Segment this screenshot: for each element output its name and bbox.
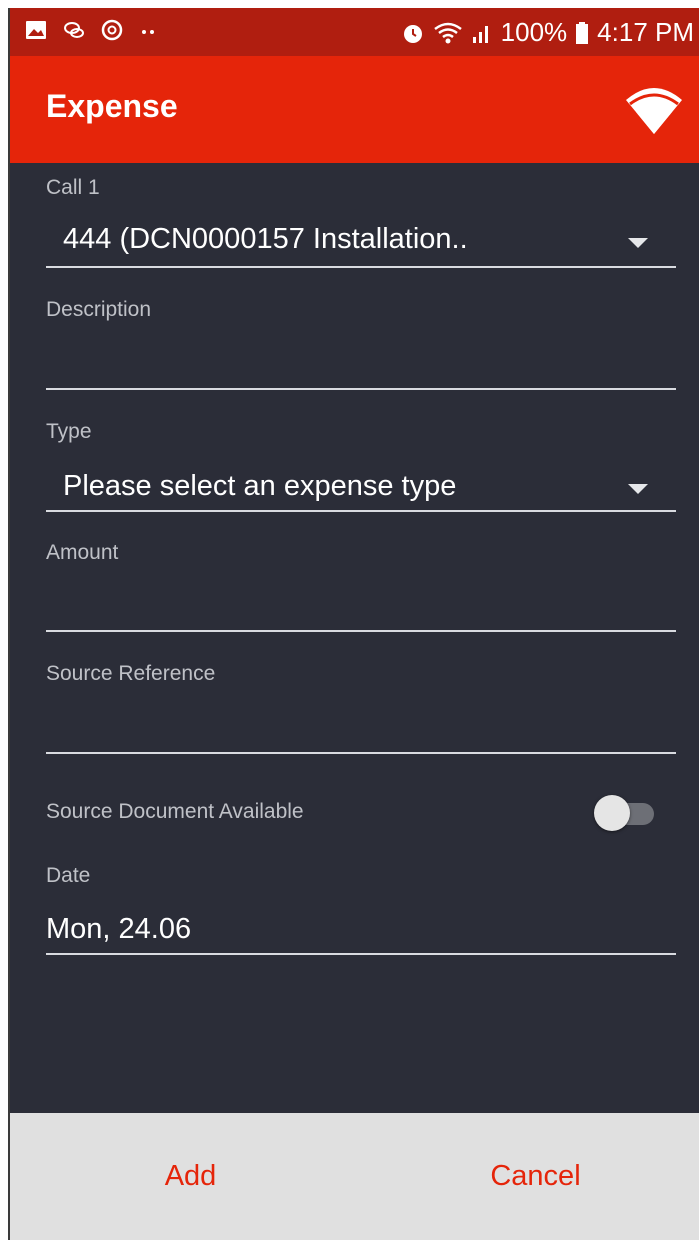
expense-screen: 100% 4:17 PM Expense Call 1 444 (DCN0000…	[8, 8, 699, 1240]
wifi-connection-icon[interactable]	[624, 84, 684, 136]
amount-input[interactable]	[46, 586, 676, 626]
amount-underline	[46, 630, 676, 632]
source-document-label: Source Document Available	[46, 800, 304, 823]
chat-icon	[64, 22, 84, 38]
call-underline	[46, 266, 676, 268]
source-reference-input[interactable]	[46, 708, 676, 748]
add-button[interactable]: Add	[18, 1113, 363, 1240]
date-value[interactable]: Mon, 24.06	[46, 913, 676, 946]
battery-percent: 100%	[500, 17, 568, 47]
wifi-status-icon	[433, 22, 462, 43]
source-reference-underline	[46, 752, 676, 754]
source-reference-label: Source Reference	[46, 662, 216, 685]
app-bar: Expense	[10, 56, 699, 163]
description-input[interactable]	[46, 343, 676, 383]
more-dots-icon	[142, 30, 154, 34]
type-dropdown-icon[interactable]	[628, 484, 648, 494]
cancel-button[interactable]: Cancel	[363, 1113, 699, 1240]
sync-icon	[101, 19, 123, 41]
status-time: 4:17 PM	[597, 17, 694, 47]
amount-label: Amount	[46, 541, 119, 564]
call-dropdown-icon[interactable]	[628, 238, 648, 248]
type-underline	[46, 510, 676, 512]
date-label: Date	[46, 864, 91, 887]
description-label: Description	[46, 298, 152, 321]
bottom-action-bar: Add Cancel	[10, 1113, 699, 1240]
status-right-icons: 100% 4:17 PM	[401, 17, 694, 48]
call-label: Call 1	[46, 176, 100, 199]
gallery-icon	[26, 21, 46, 39]
source-document-toggle[interactable]	[594, 795, 658, 831]
type-select-value[interactable]: Please select an expense type	[63, 470, 693, 503]
signal-icon	[472, 25, 488, 43]
status-left-icons	[24, 18, 162, 42]
type-label: Type	[46, 420, 92, 443]
date-underline	[46, 953, 676, 955]
alarm-icon	[403, 24, 422, 43]
page-title: Expense	[46, 88, 178, 124]
battery-icon	[576, 21, 589, 44]
status-bar: 100% 4:17 PM	[10, 8, 699, 56]
toggle-thumb	[594, 795, 630, 831]
description-underline	[46, 388, 676, 390]
call-select-value[interactable]: 444 (DCN0000157 Installation..	[63, 223, 693, 256]
